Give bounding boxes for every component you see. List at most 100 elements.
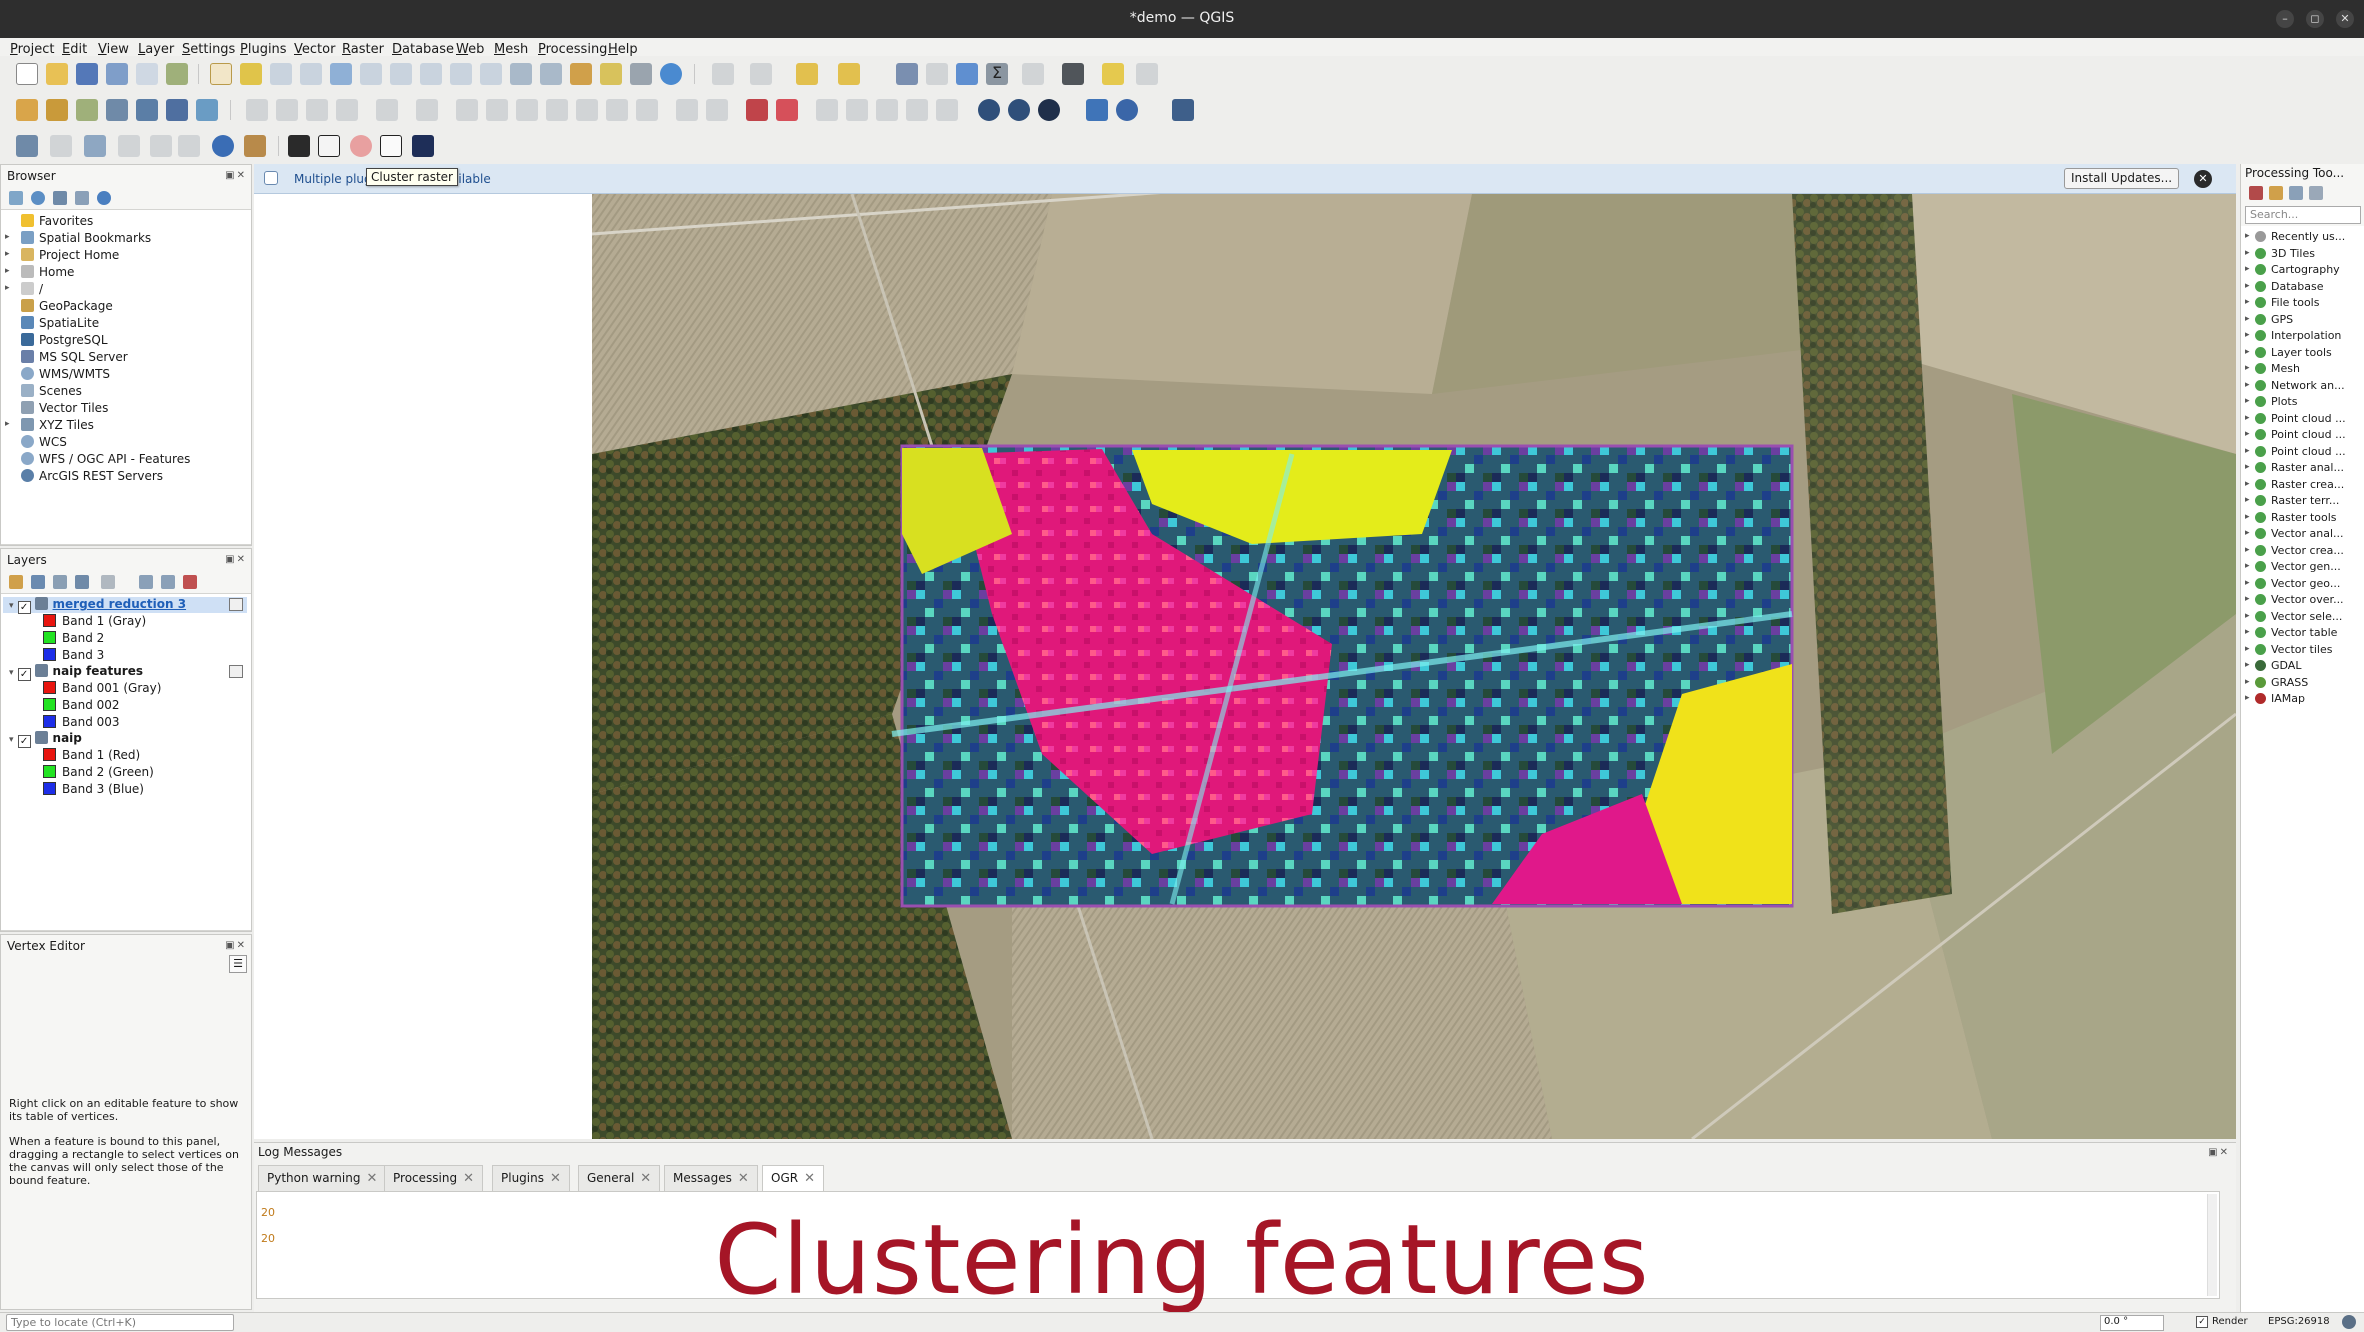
close-notice-icon[interactable]: ✕ xyxy=(2194,170,2212,188)
measure-line-icon[interactable] xyxy=(1062,63,1084,85)
scripts-icon[interactable] xyxy=(2269,186,2283,200)
delete-selected-icon[interactable] xyxy=(456,99,478,121)
zoom-in-icon[interactable] xyxy=(270,63,292,85)
expand-arrow-icon[interactable]: ▸ xyxy=(2245,248,2250,258)
crosshair-icon[interactable] xyxy=(50,135,72,157)
highlight-labels-icon[interactable] xyxy=(746,99,768,121)
expand-arrow-icon[interactable]: ▸ xyxy=(2245,627,2250,637)
processing-provider-item[interactable]: ▸ GDAL xyxy=(2245,659,2301,675)
browser-item-spatialite[interactable]: SpatiaLite xyxy=(21,316,99,332)
layer-visibility-checkbox[interactable]: ✓ xyxy=(17,668,31,681)
bookmark-icon[interactable] xyxy=(570,63,592,85)
temporal-icon[interactable] xyxy=(630,63,652,85)
show-bookmarks-icon[interactable] xyxy=(600,63,622,85)
rotate-diagram-icon[interactable] xyxy=(936,99,958,121)
close-tab-icon[interactable]: ✕ xyxy=(640,1171,651,1186)
menu-edit[interactable]: Edit xyxy=(62,42,87,57)
layer-filter-icon[interactable] xyxy=(75,575,89,589)
close-tab-icon[interactable]: ✕ xyxy=(550,1171,561,1186)
add-layer-icon[interactable] xyxy=(84,135,106,157)
globe-settings-icon[interactable] xyxy=(1038,99,1060,121)
tab-python-warning[interactable]: Python warning ✕ xyxy=(258,1165,387,1191)
processing-provider-item[interactable]: ▸ Vector anal... xyxy=(2245,527,2344,543)
toggle-editing-icon[interactable] xyxy=(276,99,298,121)
menu-settings[interactable]: Settings xyxy=(182,42,235,57)
edit-pencil-icon[interactable] xyxy=(246,99,268,121)
menu-database[interactable]: Database xyxy=(392,42,454,57)
menu-layer[interactable]: Layer xyxy=(138,42,174,57)
map-view[interactable] xyxy=(592,194,2236,1139)
zoom-layer-icon[interactable] xyxy=(390,63,412,85)
expand-arrow-icon[interactable]: ▸ xyxy=(2245,495,2250,505)
add-vector-icon[interactable] xyxy=(76,99,98,121)
layers-float-close-icon[interactable]: ▣✕ xyxy=(225,554,247,565)
statistics-icon[interactable]: Σ xyxy=(986,63,1008,85)
layer-options-icon[interactable] xyxy=(229,665,243,678)
delete-icon[interactable] xyxy=(486,99,508,121)
processing-provider-item[interactable]: ▸ Cartography xyxy=(2245,263,2340,279)
results-icon[interactable] xyxy=(2309,186,2323,200)
properties-icon[interactable] xyxy=(97,191,111,205)
trace-icon[interactable] xyxy=(178,135,200,157)
remove-layer-icon[interactable] xyxy=(183,575,197,589)
cut-icon[interactable] xyxy=(516,99,538,121)
expand-arrow-icon[interactable]: ▸ xyxy=(2245,611,2250,621)
projection-icon[interactable] xyxy=(318,135,340,157)
layer-style-icon[interactable] xyxy=(9,575,23,589)
cluster-raster-icon[interactable] xyxy=(350,135,372,157)
menu-web[interactable]: Web xyxy=(456,42,484,57)
install-updates-button[interactable]: Install Updates... xyxy=(2064,168,2180,189)
browser-item-arcgis[interactable]: ArcGIS REST Servers xyxy=(21,469,163,485)
menu-raster[interactable]: Raster xyxy=(342,42,384,57)
expand-arrow-icon[interactable]: ▸ xyxy=(2245,363,2250,373)
processing-provider-item[interactable]: ▸ Raster terr... xyxy=(2245,494,2339,510)
processing-provider-item[interactable]: ▸ GRASS xyxy=(2245,676,2308,692)
browser-item-wfs[interactable]: WFS / OGC API - Features xyxy=(21,452,190,468)
rotate-label-icon[interactable] xyxy=(846,99,868,121)
collapse-layers-icon[interactable] xyxy=(161,575,175,589)
digitize-icon[interactable] xyxy=(336,99,358,121)
data-source-manager-icon[interactable] xyxy=(16,99,38,121)
processing-provider-item[interactable]: ▸ Point cloud ... xyxy=(2245,428,2346,444)
select-features-icon[interactable] xyxy=(712,63,734,85)
processing-provider-item[interactable]: ▸ Vector gen... xyxy=(2245,560,2341,576)
expand-arrow-icon[interactable]: ▸ xyxy=(2245,330,2250,340)
locator-search-input[interactable]: Type to locate (Ctrl+K) xyxy=(6,1314,234,1331)
filter-legend-icon[interactable] xyxy=(101,575,115,589)
annotation-icon[interactable] xyxy=(1102,63,1124,85)
expand-arrow-icon[interactable]: ▸ xyxy=(2245,462,2250,472)
expand-arrow-icon[interactable]: ▸ xyxy=(2245,396,2250,406)
processing-provider-item[interactable]: ▸ Vector tiles xyxy=(2245,643,2332,659)
close-window-icon[interactable]: ✕ xyxy=(2336,10,2354,28)
browser-item-wms[interactable]: WMS/WMTS xyxy=(21,367,110,383)
menu-plugins[interactable]: Plugins xyxy=(240,42,287,57)
expand-arrow-icon[interactable]: ▸ xyxy=(2245,446,2250,456)
browser-item-mssql[interactable]: MS SQL Server xyxy=(21,350,128,366)
processing-provider-item[interactable]: ▸ GPS xyxy=(2245,313,2293,329)
style-manager-icon[interactable] xyxy=(166,63,188,85)
visibility-icon[interactable] xyxy=(53,575,67,589)
processing-provider-item[interactable]: ▸ Raster tools xyxy=(2245,511,2337,527)
browser-item-bookmarks[interactable]: ▸ Spatial Bookmarks xyxy=(5,231,151,247)
select-value-icon[interactable] xyxy=(750,63,772,85)
browser-item-postgresql[interactable]: PostgreSQL xyxy=(21,333,108,349)
add-wms-icon[interactable] xyxy=(166,99,188,121)
refresh-icon[interactable] xyxy=(660,63,682,85)
expand-arrow-icon[interactable]: ▸ xyxy=(2245,281,2250,291)
add-wfs-icon[interactable] xyxy=(196,99,218,121)
random-forest-icon[interactable] xyxy=(412,135,434,157)
menu-processing[interactable]: Processing xyxy=(538,42,607,57)
expand-arrow-icon[interactable]: ▸ xyxy=(2245,578,2250,588)
undo-icon[interactable] xyxy=(606,99,628,121)
processing-provider-item[interactable]: ▸ Vector table xyxy=(2245,626,2337,642)
expand-arrow-icon[interactable]: ▸ xyxy=(2245,512,2250,522)
processing-search-input[interactable]: Search... xyxy=(2245,206,2361,224)
browser-item-geopackage[interactable]: GeoPackage xyxy=(21,299,113,315)
menu-help[interactable]: Help xyxy=(608,42,638,57)
vertex-tool-icon[interactable] xyxy=(376,99,398,121)
map-tips-icon[interactable] xyxy=(1136,63,1158,85)
render-checkbox[interactable]: ✓ xyxy=(2196,1316,2208,1328)
refresh-browser-icon[interactable] xyxy=(31,191,45,205)
processing-provider-item[interactable]: ▸ Point cloud ... xyxy=(2245,445,2346,461)
save-edits-icon[interactable] xyxy=(306,99,328,121)
